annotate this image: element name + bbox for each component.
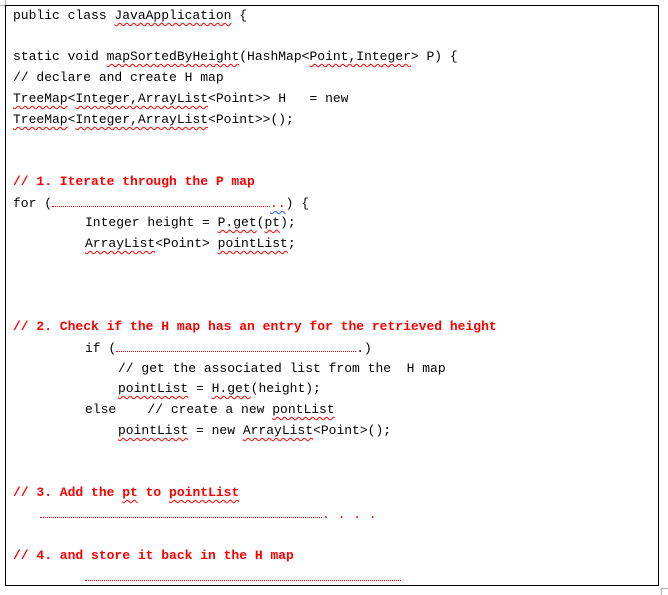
pointlist-declaration: ArrayList<Point> pointList;	[85, 236, 296, 252]
comment: // create a new	[147, 402, 273, 417]
variable: pointList	[217, 236, 288, 251]
generic-args: Point,Integer	[309, 49, 411, 64]
step3-blank: . . . .	[40, 506, 377, 523]
type-name: TreeMap	[13, 112, 68, 127]
keyword: public class	[13, 8, 115, 23]
blank-tail: .)	[356, 341, 372, 356]
code-rest: <Point>>();	[208, 112, 294, 127]
step4-comment: // 4. and store it back in the H map	[13, 548, 294, 563]
comment-text: to	[137, 485, 170, 500]
if-line: if (.)	[85, 340, 372, 357]
fill-in-blank[interactable]	[40, 506, 322, 518]
method-modifiers: static void	[13, 49, 107, 64]
else-keyword: else	[85, 402, 148, 417]
type-name: Integer,ArrayList	[75, 91, 209, 106]
variable: pontList	[272, 402, 335, 417]
method-name: mapSortedByHeight	[106, 49, 240, 64]
type-name: ArrayList	[85, 236, 156, 251]
new-list-line: pointList = new ArrayList<Point>();	[118, 423, 391, 439]
class-name: JavaApplication	[114, 8, 232, 23]
type-name: Integer,ArrayList	[75, 112, 209, 127]
code-text: <Point>();	[313, 423, 392, 438]
get-line: pointList = H.get(height);	[118, 381, 321, 397]
blank-tail: . . . .	[322, 507, 377, 522]
if-keyword: if (	[85, 341, 117, 356]
blank-tail: ..	[270, 196, 286, 211]
comment-text: // 3. Add the	[13, 485, 123, 500]
comment-get: // get the associated list from the H ma…	[118, 361, 446, 376]
method-call: H.get	[211, 381, 251, 396]
for-keyword: for (	[13, 196, 53, 211]
fill-in-blank[interactable]	[52, 195, 271, 207]
code-text: =	[188, 381, 212, 396]
step1-comment: // 1. Iterate through the P map	[13, 174, 255, 189]
param-suffix: > P) {	[410, 49, 458, 64]
height-line: Integer height = P.get(pt);	[85, 215, 296, 231]
type-name: ArrayList	[242, 423, 314, 438]
treemap-line-1: TreeMap<Integer,ArrayList<Point>> H = ne…	[13, 91, 348, 107]
code-rest: <Point>> H = new	[208, 91, 349, 106]
comment-text: pt	[122, 485, 138, 500]
brace: {	[231, 8, 248, 23]
fill-in-blank[interactable]	[116, 340, 357, 352]
method-call: P.get	[217, 215, 257, 230]
comment-declare: // declare and create H map	[13, 70, 224, 85]
code-text: Integer height =	[85, 215, 218, 230]
generic: <Point>	[155, 236, 218, 251]
comment-text: pointList	[169, 485, 240, 500]
step4-blank	[85, 569, 401, 586]
param-type: (HashMap<	[239, 49, 310, 64]
step2-comment: // 2. Check if the H map has an entry fo…	[13, 319, 497, 334]
type-name: TreeMap	[13, 91, 68, 106]
for-close: ) {	[285, 196, 310, 211]
semicolon: ;	[287, 236, 296, 251]
code-text: = new	[188, 423, 243, 438]
code-text: );	[280, 215, 296, 230]
class-declaration: public class JavaApplication {	[13, 8, 247, 24]
variable: pointList	[118, 381, 189, 396]
fill-in-blank[interactable]	[85, 569, 401, 581]
else-line: else // create a new pontList	[85, 402, 335, 418]
argument: pt	[264, 215, 281, 230]
treemap-line-2: TreeMap<Integer,ArrayList<Point>>();	[13, 112, 294, 128]
code-text: (height);	[250, 381, 321, 396]
step3-comment: // 3. Add the pt to pointList	[13, 485, 239, 501]
method-declaration: static void mapSortedByHeight(HashMap<Po…	[13, 49, 458, 65]
for-line: for (..) {	[13, 195, 309, 212]
variable: pointList	[118, 423, 189, 438]
